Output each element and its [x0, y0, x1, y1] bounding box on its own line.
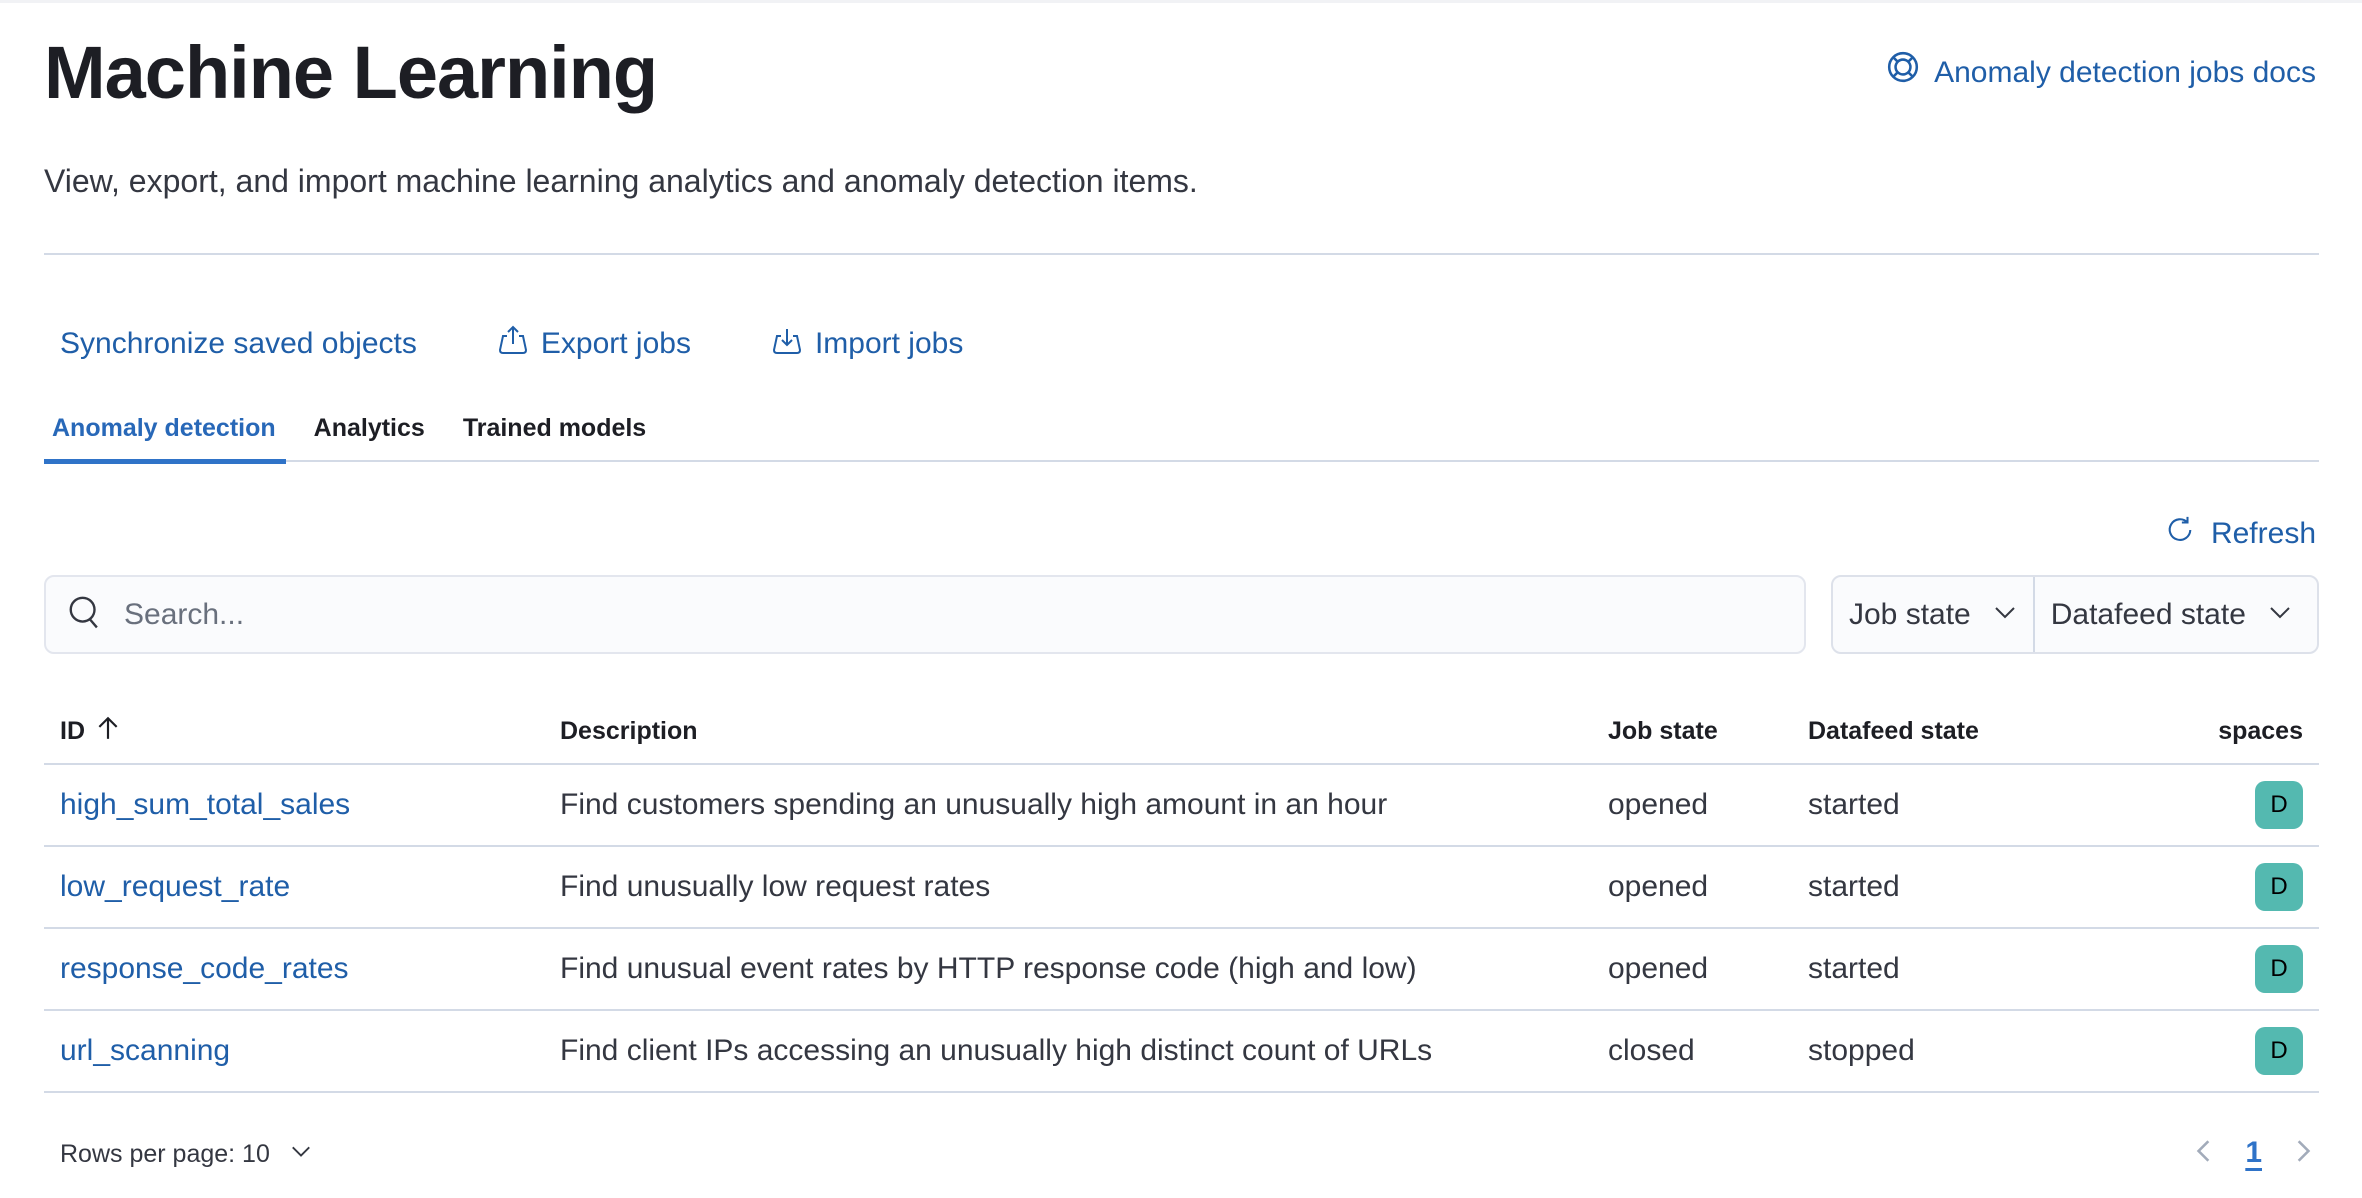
- job-id-link[interactable]: response_code_rates: [60, 952, 349, 985]
- page-description: View, export, and import machine learnin…: [44, 163, 1198, 199]
- column-header-job-state: Job state: [1608, 717, 1718, 745]
- rows-per-page-label: Rows per page: 10: [60, 1140, 270, 1168]
- table-header: ID Description Job state Datafeed state …: [44, 700, 2319, 765]
- sort-ascending-icon: [95, 715, 121, 748]
- space-avatar[interactable]: D: [2255, 1027, 2303, 1075]
- column-header-id[interactable]: ID: [44, 715, 544, 748]
- tab-list: Anomaly detection Analytics Trained mode…: [44, 408, 2319, 464]
- actions-bar: Synchronize saved objects Export jobs Im…: [60, 322, 1043, 366]
- jobs-table: ID Description Job state Datafeed state …: [44, 700, 2319, 1093]
- docs-link[interactable]: Anomaly detection jobs docs: [1886, 50, 2316, 95]
- tab-analytics[interactable]: Analytics: [306, 408, 435, 462]
- search-icon: [66, 593, 124, 636]
- job-state: opened: [1608, 870, 1709, 903]
- table-row: response_code_rates Find unusual event r…: [44, 929, 2319, 1011]
- synchronize-saved-objects-button[interactable]: Synchronize saved objects: [60, 327, 417, 361]
- space-avatar[interactable]: D: [2255, 781, 2303, 829]
- job-state: opened: [1608, 952, 1709, 985]
- job-description: Find customers spending an unusually hig…: [560, 788, 1388, 821]
- export-icon: [497, 324, 529, 364]
- refresh-button[interactable]: Refresh: [2165, 515, 2316, 553]
- previous-page-button[interactable]: [2191, 1138, 2217, 1169]
- next-page-button[interactable]: [2290, 1138, 2316, 1169]
- search-input[interactable]: [124, 597, 1724, 632]
- top-border: [0, 0, 2362, 3]
- datafeed-state: started: [1808, 788, 1900, 821]
- job-state: opened: [1608, 788, 1709, 821]
- search-box: [44, 575, 1806, 654]
- filter-group: Job state Datafeed state: [1831, 575, 2319, 654]
- column-header-datafeed-state: Datafeed state: [1808, 717, 1979, 745]
- import-jobs-button[interactable]: Import jobs: [771, 324, 963, 364]
- refresh-icon: [2165, 515, 2195, 553]
- help-lifebuoy-icon: [1886, 50, 1920, 95]
- tab-trained-models[interactable]: Trained models: [455, 408, 656, 462]
- column-header-id-label: ID: [60, 717, 85, 745]
- job-state-filter[interactable]: Job state: [1833, 577, 2033, 652]
- column-header-description: Description: [560, 717, 698, 745]
- job-id-link[interactable]: low_request_rate: [60, 870, 290, 903]
- job-id-link[interactable]: url_scanning: [60, 1034, 230, 1067]
- pagination: 1: [2191, 1136, 2316, 1170]
- chevron-down-icon: [290, 1140, 312, 1169]
- job-state: closed: [1608, 1034, 1695, 1067]
- table-row: low_request_rate Find unusually low requ…: [44, 847, 2319, 929]
- datafeed-state: started: [1808, 952, 1900, 985]
- chevron-down-icon: [1993, 598, 2017, 632]
- table-row: high_sum_total_sales Find customers spen…: [44, 765, 2319, 847]
- job-description: Find client IPs accessing an unusually h…: [560, 1034, 1433, 1067]
- datafeed-state-filter[interactable]: Datafeed state: [2032, 577, 2308, 652]
- import-icon: [771, 324, 803, 364]
- synchronize-label: Synchronize saved objects: [60, 327, 417, 360]
- chevron-down-icon: [2268, 598, 2292, 632]
- table-row: url_scanning Find client IPs accessing a…: [44, 1011, 2319, 1093]
- export-jobs-label: Export jobs: [540, 327, 691, 360]
- column-header-spaces: spaces: [2218, 717, 2303, 745]
- job-state-filter-label: Job state: [1849, 597, 1971, 631]
- chevron-right-icon: [2297, 1139, 2311, 1162]
- page-number-button[interactable]: 1: [2245, 1136, 2262, 1170]
- export-jobs-button[interactable]: Export jobs: [497, 324, 691, 364]
- rows-per-page-select[interactable]: Rows per page: 10: [60, 1140, 312, 1169]
- job-description: Find unusually low request rates: [560, 870, 991, 903]
- job-description: Find unusual event rates by HTTP respons…: [560, 952, 1417, 985]
- space-avatar[interactable]: D: [2255, 863, 2303, 911]
- tab-anomaly-detection[interactable]: Anomaly detection: [44, 408, 286, 464]
- refresh-label: Refresh: [2210, 517, 2316, 550]
- docs-link-label: Anomaly detection jobs docs: [1934, 55, 2316, 89]
- datafeed-state-filter-label: Datafeed state: [2050, 597, 2246, 631]
- job-id-link[interactable]: high_sum_total_sales: [60, 788, 350, 821]
- import-jobs-label: Import jobs: [814, 327, 964, 360]
- datafeed-state: stopped: [1808, 1034, 1915, 1067]
- header-divider: [44, 253, 2319, 255]
- page-title: Machine Learning: [44, 31, 658, 114]
- chevron-left-icon: [2197, 1139, 2210, 1162]
- space-avatar[interactable]: D: [2255, 945, 2303, 993]
- datafeed-state: started: [1808, 870, 1900, 903]
